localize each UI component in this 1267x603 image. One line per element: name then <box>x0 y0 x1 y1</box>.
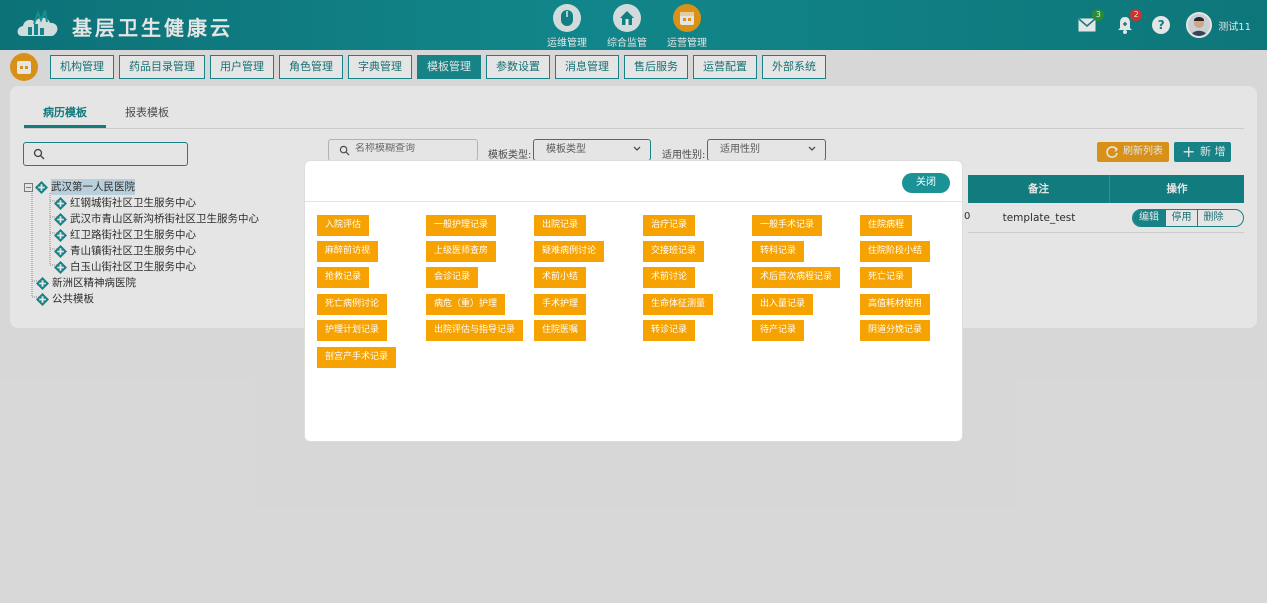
template-tag[interactable]: 会诊记录 <box>426 267 479 288</box>
template-tag[interactable]: 生命体征测量 <box>643 294 714 315</box>
template-tag[interactable]: 住院病程 <box>860 215 913 236</box>
template-tag[interactable]: 转科记录 <box>752 241 805 262</box>
modal-header: 关闭 <box>305 161 964 202</box>
template-tag[interactable]: 抢救记录 <box>317 267 370 288</box>
template-tag[interactable]: 待产记录 <box>752 320 805 341</box>
template-tag[interactable]: 术后首次病程记录 <box>752 267 841 288</box>
template-tag[interactable]: 手术护理 <box>534 294 587 315</box>
template-tag[interactable]: 疑难病例讨论 <box>534 241 605 262</box>
template-tag[interactable]: 治疗记录 <box>643 215 696 236</box>
template-tag[interactable]: 出院评估与指导记录 <box>426 320 524 341</box>
template-tag[interactable]: 住院医嘱 <box>534 320 587 341</box>
template-tag[interactable]: 交接班记录 <box>643 241 705 262</box>
template-tag[interactable]: 高值耗材使用 <box>860 294 931 315</box>
template-tag[interactable]: 阴道分娩记录 <box>860 320 931 341</box>
template-tag[interactable]: 术前小结 <box>534 267 587 288</box>
template-tag[interactable]: 术前讨论 <box>643 267 696 288</box>
close-button[interactable]: 关闭 <box>902 173 950 193</box>
template-tag[interactable]: 剖宫产手术记录 <box>317 347 397 368</box>
template-tag[interactable]: 死亡记录 <box>860 267 913 288</box>
template-tag[interactable]: 转诊记录 <box>643 320 696 341</box>
template-tag[interactable]: 出院记录 <box>534 215 587 236</box>
template-tag[interactable]: 入院评估 <box>317 215 370 236</box>
template-tag[interactable]: 一般护理记录 <box>426 215 497 236</box>
template-tag[interactable]: 病危（重）护理 <box>426 294 506 315</box>
template-type-modal: 关闭 入院评估 一般护理记录 出院记录 治疗记录 一般手术记录 住院病程 麻醉前… <box>304 160 964 442</box>
template-tag[interactable]: 死亡病例讨论 <box>317 294 388 315</box>
template-tag[interactable]: 住院阶段小结 <box>860 241 931 262</box>
template-tag[interactable]: 护理计划记录 <box>317 320 388 341</box>
template-tag[interactable]: 出入量记录 <box>752 294 814 315</box>
template-tag[interactable]: 一般手术记录 <box>752 215 823 236</box>
template-tag[interactable]: 麻醉前访视 <box>317 241 379 262</box>
template-tag[interactable]: 上级医师查房 <box>426 241 497 262</box>
